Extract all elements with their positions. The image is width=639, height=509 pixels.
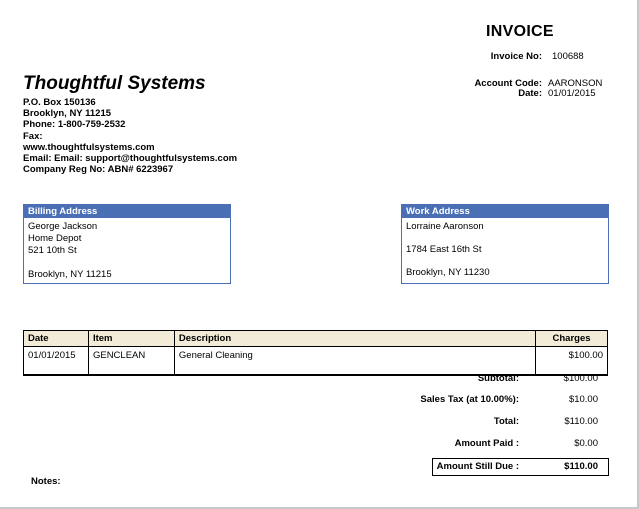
sales-tax-value: $10.00 [568,394,598,405]
company-address-line: P.O. Box 150136 [23,97,96,108]
company-reg-no: Company Reg No: ABN# 6223967 [23,164,174,176]
invoice-number-label: Invoice No: [490,51,542,62]
table-row: 01/01/2015 GENCLEAN General Cleaning $10… [23,346,608,376]
cell-charges: $100.00 [535,346,608,376]
notes-label: Notes: [31,476,61,487]
company-phone: Phone: 1-800-759-2532 [23,119,126,131]
cell-item: GENCLEAN [87,346,175,376]
line-items-table: Date Item Description Charges 01/01/2015… [23,330,608,376]
column-header-date: Date [23,330,89,347]
invoice-title: INVOICE [486,23,554,40]
company-city-line: Brooklyn, NY 11215 [23,108,112,120]
billing-address-header: Billing Address [24,205,230,218]
column-header-item: Item [87,330,175,347]
subtotal-value: $100.00 [563,373,598,384]
amount-due-value: $110.00 [564,461,598,472]
sales-tax-label: Sales Tax (at 10.00%): [420,394,519,405]
amount-paid-value: $0.00 [574,438,598,449]
company-fax: Fax: [23,130,43,142]
invoice-number: 100688 [552,51,584,62]
work-line: 1784 East 16th St [406,244,482,255]
billing-line: Brooklyn, NY 11215 [28,269,112,280]
billing-line: 521 10th St [28,245,77,256]
cell-date: 01/01/2015 [23,346,89,376]
total-value: $110.00 [564,416,598,427]
amount-due-label: Amount Still Due : [436,461,519,472]
billing-line: Home Depot [28,233,82,244]
table-header-row: Date Item Description Charges [23,330,608,347]
billing-address-box: Billing Address George Jackson Home Depo… [23,204,231,284]
work-address-header: Work Address [402,205,608,218]
subtotal-label: Subtotal: [477,373,519,384]
invoice-date-label: Date: [518,88,542,99]
company-details: P.O. Box 150136 Brooklyn, NY 11215 Phone… [23,97,237,175]
company-email: Email: Email: support@thoughtfulsystems.… [23,153,238,165]
billing-line: George Jackson [28,221,98,232]
company-name: Thoughtful Systems [23,73,206,94]
invoice-date: 01/01/2015 [548,88,596,99]
work-address-box: Work Address Lorraine Aaronson 1784 East… [401,204,609,284]
column-header-description: Description [173,330,537,347]
cell-description: General Cleaning [173,346,537,376]
company-website: www.thoughtfulsystems.com [23,141,155,153]
work-line: Lorraine Aaronson [406,221,484,232]
total-label: Total: [493,416,519,427]
amount-paid-label: Amount Paid : [454,438,519,449]
work-line: Brooklyn, NY 11230 [406,267,490,278]
column-header-charges: Charges [535,330,608,347]
